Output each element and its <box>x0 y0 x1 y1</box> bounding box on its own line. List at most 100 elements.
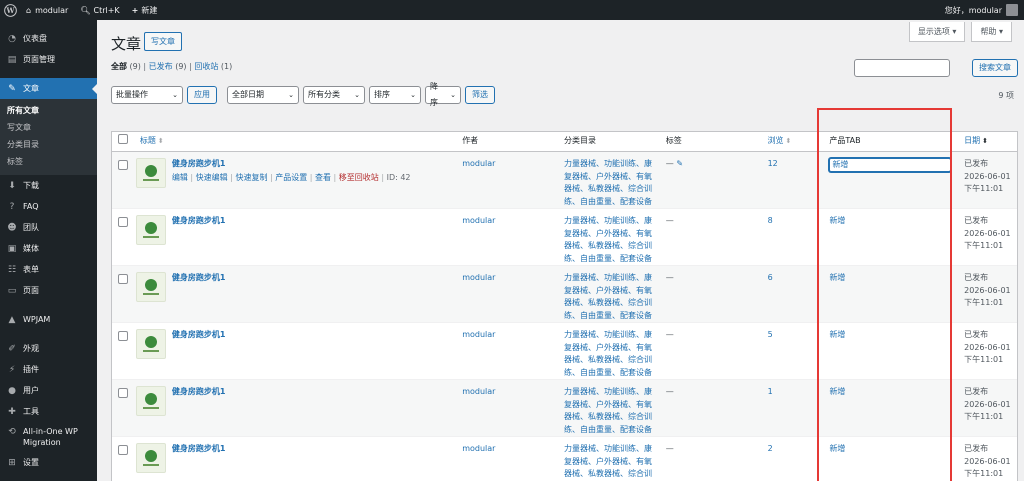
orderby-select[interactable]: 排序 ⌄ <box>369 86 421 104</box>
filter-all[interactable]: 全部 <box>111 62 127 71</box>
post-title-link[interactable]: 健身房跑步机1 <box>172 216 226 225</box>
date-cell: 已发布 2026-06-01 下午11:01 <box>960 323 1017 379</box>
row-checkbox[interactable] <box>118 217 128 227</box>
sidebar-item-label: 设置 <box>23 458 39 467</box>
sidebar-item-appearance[interactable]: ✐ 外观 <box>0 338 97 359</box>
row-checkbox[interactable] <box>118 388 128 398</box>
sidebar-item-download[interactable]: ⬇ 下载 <box>0 175 97 196</box>
row-checkbox[interactable] <box>118 445 128 455</box>
sidebar-item-label: 页面管理 <box>23 55 55 64</box>
date-cell: 已发布 2026-06-01 下午11:01 <box>960 266 1017 322</box>
categories-links[interactable]: 力量器械、功能训练、康复器械、户外器械、有氧器械、私教器械、综合训练、自由重量、… <box>564 159 652 206</box>
sidebar-item-media[interactable]: ▣ 媒体 <box>0 238 97 259</box>
column-date-header[interactable]: 日期 ⬍ <box>960 135 1017 148</box>
product-tab-value[interactable]: 新增 <box>829 216 845 225</box>
column-title-header[interactable]: 标题 ⬍ <box>132 135 458 148</box>
order-select[interactable]: 降序 ⌄ <box>425 82 461 107</box>
add-new-post-button[interactable]: 写文章 <box>144 32 182 51</box>
sidebar-item-dashboard[interactable]: ◔ 仪表盘 <box>0 28 97 49</box>
quick-edit-link[interactable]: 快速编辑 <box>196 173 228 182</box>
post-title-link[interactable]: 健身房跑步机1 <box>172 273 226 282</box>
views-count[interactable]: 1 <box>768 387 773 396</box>
sidebar-item-posts[interactable]: ✎ 文章 <box>0 78 97 99</box>
author-link[interactable]: modular <box>462 216 495 225</box>
date-filter-select[interactable]: 全部日期 ⌄ <box>227 86 299 104</box>
sidebar-item-migration[interactable]: ⟲ All-in-One WP Migration <box>0 422 97 452</box>
pencil-icon[interactable]: ✎ <box>676 159 683 168</box>
my-account-link[interactable]: 您好，modular <box>939 0 1024 20</box>
row-checkbox[interactable] <box>118 160 128 170</box>
row-checkbox[interactable] <box>118 274 128 284</box>
category-filter-select[interactable]: 所有分类 ⌄ <box>303 86 365 104</box>
command-palette-button[interactable]: 🔍︎ Ctrl+K <box>74 0 125 20</box>
posts-submenu: 所有文章 写文章 分类目录 标签 <box>0 99 97 175</box>
product-tab-value[interactable]: 新增 <box>829 387 845 396</box>
search-posts-button[interactable]: 搜索文章 <box>972 59 1018 77</box>
submenu-item-add-post[interactable]: 写文章 <box>0 119 97 136</box>
submenu-item-tags[interactable]: 标签 <box>0 153 97 170</box>
post-title-link[interactable]: 健身房跑步机1 <box>172 387 226 396</box>
submenu-item-all-posts[interactable]: 所有文章 <box>0 102 97 119</box>
sidebar-item-label: 文章 <box>23 84 39 93</box>
apply-button[interactable]: 应用 <box>187 86 217 104</box>
categories-links[interactable]: 力量器械、功能训练、康复器械、户外器械、有氧器械、私教器械、综合训练、自由重量、… <box>564 330 652 377</box>
sidebar-item-forms[interactable]: ☷ 表单 <box>0 259 97 280</box>
product-tab-value[interactable]: 新增 <box>829 330 845 339</box>
sidebar-item-wpjam[interactable]: ▲ WPJAM <box>0 309 97 330</box>
author-link[interactable]: modular <box>462 387 495 396</box>
author-link[interactable]: modular <box>462 444 495 453</box>
author-link[interactable]: modular <box>462 330 495 339</box>
screen-options-button[interactable]: 显示选项 ▾ <box>908 22 966 42</box>
select-all-checkbox[interactable] <box>118 134 128 145</box>
new-content-button[interactable]: + 新建 <box>126 0 164 20</box>
trash-link[interactable]: 移至回收站 <box>339 173 379 182</box>
filter-published[interactable]: 已发布 <box>149 62 173 71</box>
product-tab-value[interactable]: 新增 <box>829 273 845 282</box>
author-link[interactable]: modular <box>462 273 495 282</box>
categories-links[interactable]: 力量器械、功能训练、康复器械、户外器械、有氧器械、私教器械、综合训练、自由重量、… <box>564 387 652 434</box>
quick-copy-link[interactable]: 快速复制 <box>235 173 267 182</box>
sidebar-item-pages-manager[interactable]: ▤ 页面管理 <box>0 49 97 70</box>
column-views-header[interactable]: 浏览 ⬍ <box>764 135 826 148</box>
search-input[interactable] <box>854 59 950 77</box>
title-cell: 健身房跑步机1 <box>172 437 458 481</box>
sidebar-item-plugins[interactable]: ⚡ 插件 <box>0 359 97 380</box>
post-title-link[interactable]: 健身房跑步机1 <box>172 330 226 339</box>
view-link[interactable]: 查看 <box>315 173 331 182</box>
post-title-link[interactable]: 健身房跑步机1 <box>172 444 226 453</box>
categories-links[interactable]: 力量器械、功能训练、康复器械、户外器械、有氧器械、私教器械、综合训练、自由重量、… <box>564 216 652 263</box>
post-thumbnail <box>135 386 166 416</box>
table-row: 健身房跑步机1 modular 力量器械、功能训练、康复器械、户外器械、有氧器械、私… <box>112 323 1017 380</box>
views-count[interactable]: 12 <box>768 159 778 168</box>
filter-button[interactable]: 筛选 <box>465 86 495 104</box>
categories-links[interactable]: 力量器械、功能训练、康复器械、户外器械、有氧器械、私教器械、综合训练、自由重量、… <box>564 444 652 481</box>
categories-links[interactable]: 力量器械、功能训练、康复器械、户外器械、有氧器械、私教器械、综合训练、自由重量、… <box>564 273 652 320</box>
bulk-actions-select[interactable]: 批量操作 ⌄ <box>111 86 183 104</box>
sidebar-item-faq[interactable]: ? FAQ <box>0 196 97 217</box>
product-settings-link[interactable]: 产品设置 <box>275 173 307 182</box>
post-title-link[interactable]: 健身房跑步机1 <box>172 159 226 168</box>
sidebar-item-users[interactable]: ● 用户 <box>0 380 97 401</box>
product-tab-input[interactable]: 新增 <box>829 158 952 172</box>
submenu-item-categories[interactable]: 分类目录 <box>0 136 97 153</box>
product-tab-value[interactable]: 新增 <box>829 444 845 453</box>
row-checkbox[interactable] <box>118 331 128 341</box>
views-count[interactable]: 2 <box>768 444 773 453</box>
help-button[interactable]: 帮助 ▾ <box>971 22 1012 42</box>
date-cell: 已发布 2026-06-01 下午11:01 <box>960 380 1017 436</box>
column-views-label: 浏览 <box>767 136 784 146</box>
greeting-label: 您好，modular <box>944 5 1002 15</box>
views-count[interactable]: 8 <box>768 216 773 225</box>
edit-link[interactable]: 编辑 <box>172 173 188 182</box>
views-count[interactable]: 5 <box>768 330 773 339</box>
author-link[interactable]: modular <box>462 159 495 168</box>
site-name-link[interactable]: ⌂ modular <box>20 0 74 20</box>
sidebar-item-tools[interactable]: ✚ 工具 <box>0 401 97 422</box>
sidebar-item-team[interactable]: ☻ 团队 <box>0 217 97 238</box>
filter-trash[interactable]: 回收站 <box>194 62 218 71</box>
sidebar-item-pages[interactable]: ▭ 页面 <box>0 280 97 301</box>
sidebar-item-settings[interactable]: ⊞ 设置 <box>0 452 97 473</box>
media-icon: ▣ <box>7 243 17 254</box>
wordpress-logo-icon[interactable]: W <box>0 0 20 20</box>
views-count[interactable]: 6 <box>768 273 773 282</box>
